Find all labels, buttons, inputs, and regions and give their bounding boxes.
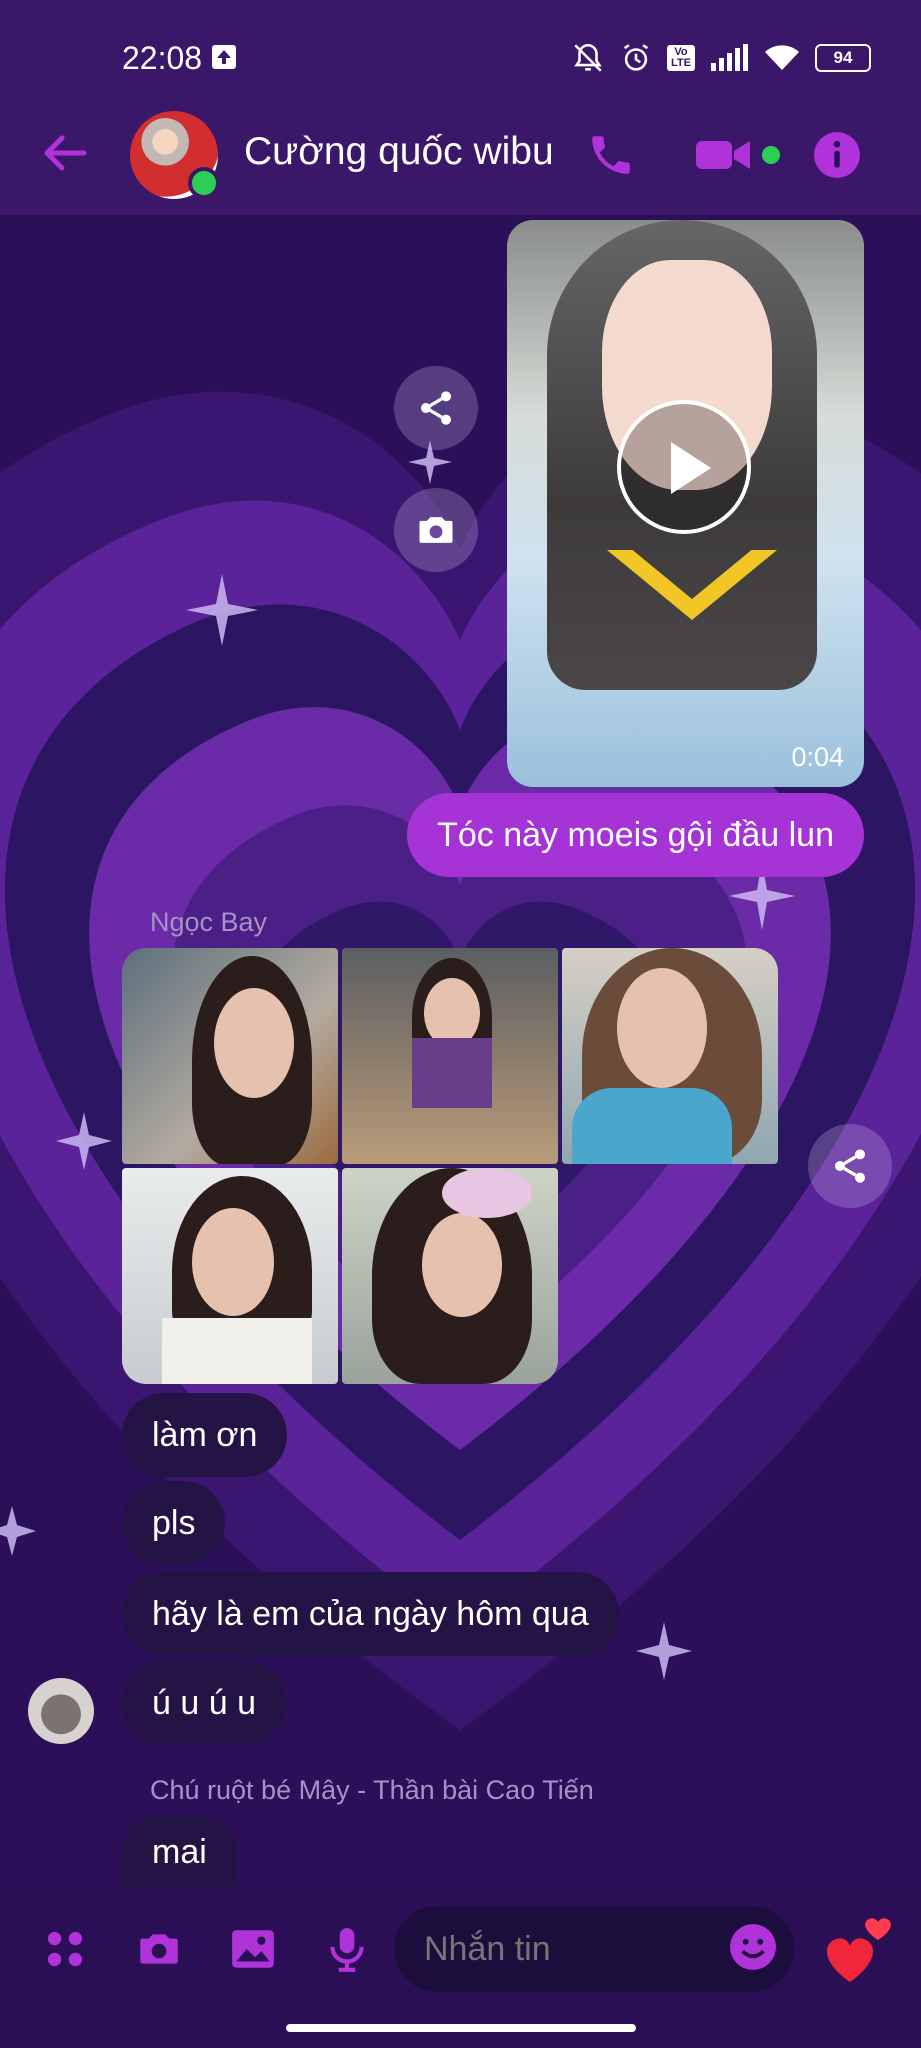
video-camera-icon — [696, 141, 750, 169]
gallery-icon — [232, 1930, 274, 1968]
photo-1[interactable] — [122, 948, 338, 1164]
received-message[interactable]: pls — [122, 1481, 226, 1565]
video-duration: 0:04 — [791, 742, 844, 772]
back-button[interactable] — [40, 128, 90, 178]
photo-grid — [122, 948, 782, 1384]
sender-name: Ngọc Bay — [150, 907, 268, 937]
arrow-left-icon — [44, 135, 87, 171]
received-message[interactable]: hãy là em của ngày hôm qua — [122, 1572, 619, 1656]
emoji-icon — [730, 1923, 776, 1970]
share-icon — [421, 391, 451, 425]
message-composer[interactable] — [394, 1906, 794, 1992]
wifi-icon — [765, 45, 799, 70]
status-indicators: Vo LTE 94 — [571, 38, 871, 78]
signal-icon — [711, 44, 748, 71]
photo-3[interactable] — [562, 948, 778, 1164]
info-button[interactable] — [812, 130, 862, 180]
group-avatar[interactable] — [130, 111, 220, 199]
gallery-button[interactable] — [228, 1924, 278, 1974]
alarm-icon — [623, 44, 649, 71]
upload-icon — [212, 45, 236, 69]
info-icon — [814, 132, 860, 178]
call-button[interactable] — [586, 130, 636, 180]
camera-icon — [419, 517, 453, 543]
share-photos-button[interactable] — [808, 1124, 892, 1208]
received-message[interactable]: làm ơn — [122, 1393, 288, 1477]
microphone-icon — [330, 1928, 364, 1972]
apps-button[interactable] — [40, 1924, 90, 1974]
share-icon — [835, 1149, 865, 1183]
bell-off-icon — [574, 43, 602, 72]
reaction-button[interactable] — [820, 1910, 900, 1990]
camera-icon — [140, 1934, 178, 1964]
video-call-button[interactable] — [694, 130, 750, 180]
microphone-button[interactable] — [322, 1924, 372, 1974]
emoji-button[interactable] — [728, 1922, 778, 1977]
share-button[interactable] — [394, 366, 478, 450]
camera-button[interactable] — [132, 1924, 182, 1974]
video-message[interactable]: 0:04 — [507, 220, 864, 787]
battery-indicator: 94 — [815, 44, 871, 72]
online-indicator — [188, 167, 220, 199]
conversation-title[interactable]: Cường quốc wibu — [244, 130, 554, 174]
volte-badge: Vo LTE — [667, 45, 695, 71]
photo-2[interactable] — [342, 948, 558, 1164]
save-photo-button[interactable] — [394, 488, 478, 572]
sender-name: Chú ruột bé Mây - Thần bài Cao Tiến — [150, 1775, 594, 1805]
heart-icon — [826, 1918, 891, 1982]
received-message[interactable]: mai — [122, 1816, 237, 1888]
sender-avatar[interactable] — [28, 1678, 94, 1744]
message-input[interactable] — [394, 1928, 716, 1970]
sent-message[interactable]: Tóc này moeis gội đầu lun — [407, 793, 864, 877]
phone-icon — [592, 136, 630, 174]
active-call-dot — [762, 146, 780, 164]
photo-5[interactable] — [342, 1168, 558, 1384]
status-time: 22:08 — [122, 40, 203, 76]
play-button[interactable] — [617, 400, 751, 534]
apps-icon — [47, 1931, 83, 1967]
home-indicator[interactable] — [286, 2024, 636, 2032]
received-message[interactable]: ú u ú u — [122, 1661, 286, 1745]
photo-4[interactable] — [122, 1168, 338, 1384]
